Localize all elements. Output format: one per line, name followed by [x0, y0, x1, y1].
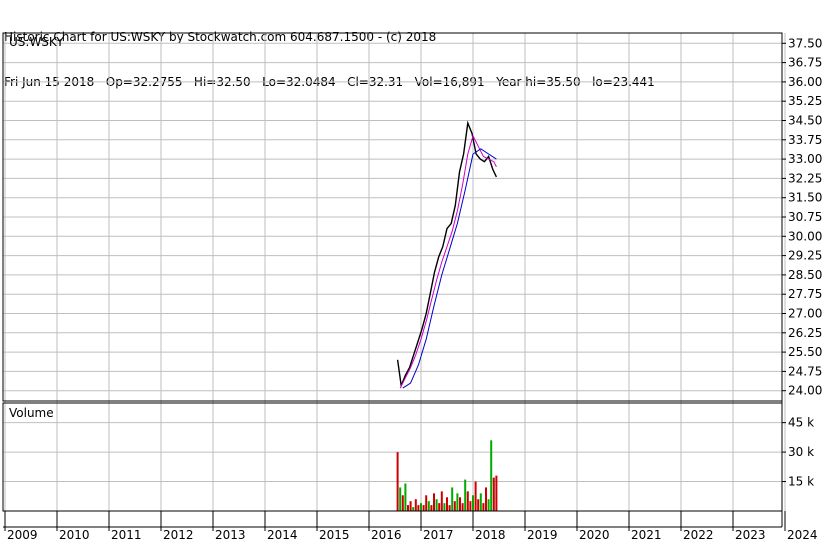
volume-bar: [414, 499, 417, 511]
y-tick-label: 27.75: [788, 287, 822, 301]
volume-bar: [474, 481, 477, 511]
volume-bar: [469, 501, 472, 511]
volume-bar: [479, 493, 482, 511]
volume-bar: [427, 501, 430, 511]
x-tick-label: 2014: [267, 528, 298, 542]
volume-bar: [472, 495, 474, 511]
x-tick-label: 2009: [7, 528, 38, 542]
volume-bar: [485, 487, 487, 511]
y-tick-label: 36.00: [788, 75, 822, 89]
volume-bar: [451, 487, 454, 511]
volume-bar: [443, 503, 446, 511]
volume-bar: [430, 505, 433, 511]
volume-bar: [482, 503, 485, 511]
y-tick-label: 29.25: [788, 249, 822, 263]
y-tick-label: 33.00: [788, 152, 822, 166]
volume-bar: [492, 477, 495, 511]
x-tick-label: 2021: [631, 528, 662, 542]
x-tick-label: 2010: [59, 528, 90, 542]
y-tick-label: 28.50: [788, 268, 822, 282]
volume-bar: [433, 493, 435, 511]
volume-bar: [425, 495, 428, 511]
x-tick-label: 2018: [475, 528, 506, 542]
y-tick-label: 26.25: [788, 326, 822, 340]
volume-bar: [456, 493, 459, 511]
volume-panel: [396, 440, 498, 511]
volume-bar: [453, 501, 456, 511]
x-tick-label: 2013: [215, 528, 246, 542]
x-tick-label: 2016: [371, 528, 402, 542]
y-tick-label: 35.25: [788, 94, 822, 108]
volume-bar: [487, 499, 490, 511]
stock-chart: 2009 2010 2011 2012 2013 2014 2015 2016 2017 2018…: [2, 32, 822, 542]
volume-bar: [440, 491, 443, 511]
volume-bar: [438, 503, 441, 511]
volume-bar: [435, 499, 438, 511]
y-tick-label: 34.50: [788, 113, 822, 127]
volume-bar: [448, 505, 451, 511]
volume-tick-label: 45 k: [788, 416, 814, 430]
y-tick-label: 31.50: [788, 191, 822, 205]
price-line: [396, 120, 498, 389]
volume-bar: [495, 475, 498, 511]
volume-bar: [396, 452, 399, 511]
y-tick-label: 24.00: [788, 384, 822, 398]
volume-bar: [477, 499, 480, 511]
x-tick-label: 2023: [735, 528, 766, 542]
grid-lines: [3, 33, 786, 511]
x-tick-label: 2020: [579, 528, 610, 542]
volume-frame: [2, 402, 783, 512]
volume-bar: [407, 505, 409, 511]
x-tick-label: 2012: [163, 528, 194, 542]
y-tick-label: 30.00: [788, 229, 822, 243]
volume-bar: [490, 440, 493, 511]
volume-bar: [461, 503, 464, 511]
volume-panel-title: Volume: [9, 406, 54, 420]
y-tick-label: 30.75: [788, 210, 822, 224]
price-panel-title: US:WSKY: [9, 35, 64, 49]
x-tick-label: 2011: [111, 528, 142, 542]
volume-bar: [466, 491, 469, 511]
y-tick-label: 32.25: [788, 171, 822, 185]
x-tick-label: 2024: [787, 528, 818, 542]
volume-bar: [401, 495, 404, 511]
volume-bar: [446, 497, 448, 511]
volume-bar: [420, 503, 422, 511]
volume-tick-label: 15 k: [788, 475, 814, 489]
y-tick-label: 36.75: [788, 56, 822, 70]
x-tick-label: 2022: [683, 528, 714, 542]
axes: 2009 2010 2011 2012 2013 2014 2015 2016 2017 2018…: [2, 32, 822, 542]
volume-bar: [459, 497, 461, 511]
volume-bar: [412, 507, 415, 511]
x-tick-label: 2017: [423, 528, 454, 542]
volume-bar: [417, 505, 420, 511]
y-tick-label: 25.50: [788, 345, 822, 359]
volume-bar: [399, 487, 402, 511]
y-tick-label: 24.75: [788, 364, 822, 378]
volume-tick-label: 30 k: [788, 445, 814, 459]
volume-bar: [464, 479, 467, 511]
y-tick-label: 27.00: [788, 307, 822, 321]
volume-bar: [422, 505, 425, 511]
y-tick-label: 37.50: [788, 36, 822, 50]
y-tick-label: 33.75: [788, 133, 822, 147]
x-tick-label: 2015: [319, 528, 350, 542]
x-tick-label: 2019: [527, 528, 558, 542]
volume-bar: [409, 501, 412, 511]
volume-bar: [404, 483, 407, 511]
